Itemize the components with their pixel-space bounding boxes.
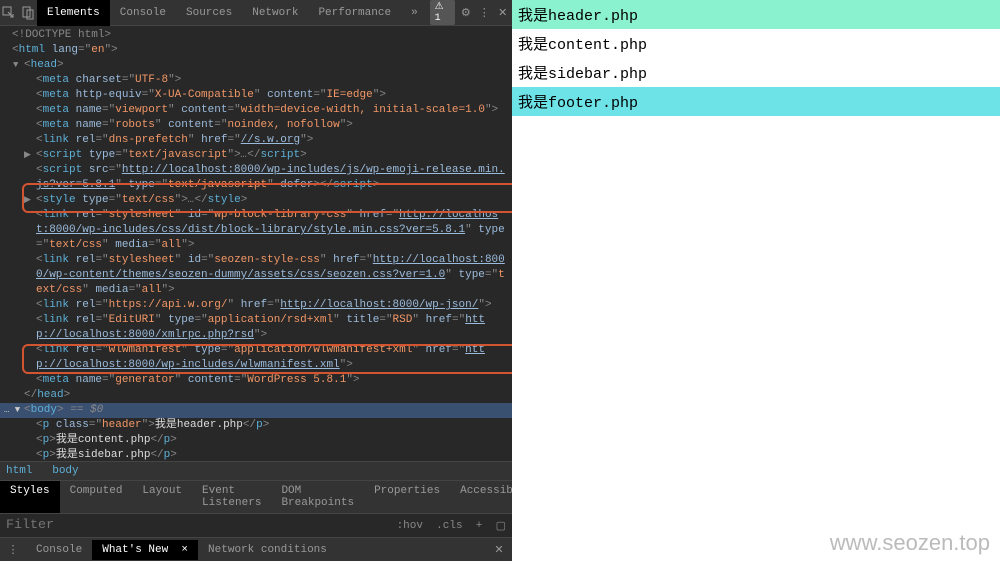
page-footer: 我是footer.php	[512, 87, 1000, 116]
tab-styles[interactable]: Styles	[0, 481, 60, 513]
drawer-console[interactable]: Console	[26, 540, 92, 560]
tab-listeners[interactable]: Event Listeners	[192, 481, 271, 513]
drawer-tabs: ⋮ Console What's New × Network condition…	[0, 537, 512, 561]
close-icon[interactable]: ✕	[494, 0, 512, 26]
devtools: Elements Console Sources Network Perform…	[0, 0, 512, 561]
tab-performance[interactable]: Performance	[308, 0, 401, 26]
drawer-menu-icon[interactable]: ⋮	[0, 537, 26, 563]
drawer-whatsnew[interactable]: What's New ×	[92, 540, 198, 560]
tab-dombp[interactable]: DOM Breakpoints	[271, 481, 364, 513]
page-content: 我是content.php	[512, 29, 1000, 58]
watermark: www.seozen.top	[830, 530, 990, 556]
tab-network[interactable]: Network	[242, 0, 308, 26]
page-header: 我是header.php	[512, 0, 1000, 29]
selected-node[interactable]: … ▼<body> == $0	[0, 403, 512, 418]
tab-layout[interactable]: Layout	[132, 481, 192, 513]
kebab-icon[interactable]: ⋮	[475, 0, 493, 26]
dom-tree[interactable]: <!DOCTYPE html> <html lang="en"> ▼<head>…	[0, 26, 512, 461]
tab-elements[interactable]: Elements	[37, 0, 110, 26]
plus-icon[interactable]: +	[476, 520, 483, 532]
page-sidebar: 我是sidebar.php	[512, 58, 1000, 87]
hov-toggle[interactable]: :hov	[397, 520, 423, 532]
tab-console[interactable]: Console	[110, 0, 176, 26]
rendered-page: 我是header.php 我是content.php 我是sidebar.php…	[512, 0, 1000, 561]
breadcrumb[interactable]: html body	[0, 461, 512, 480]
pin-icon[interactable]: ▢	[496, 519, 506, 533]
styles-tabs: Styles Computed Layout Event Listeners D…	[0, 480, 512, 513]
drawer-close-icon[interactable]: ✕	[486, 537, 512, 563]
devtools-tabs: Elements Console Sources Network Perform…	[0, 0, 512, 26]
cls-toggle[interactable]: .cls	[436, 520, 462, 532]
tab-props[interactable]: Properties	[364, 481, 450, 513]
gear-icon[interactable]: ⚙	[457, 0, 475, 26]
filter-input[interactable]	[6, 518, 397, 533]
tab-more[interactable]: »	[401, 0, 428, 26]
tab-sources[interactable]: Sources	[176, 0, 242, 26]
drawer-netcond[interactable]: Network conditions	[198, 540, 337, 560]
issues-badge[interactable]: ⚠ 1	[430, 0, 455, 25]
device-icon[interactable]	[18, 0, 36, 26]
filter-bar: :hov .cls + ▢	[0, 513, 512, 537]
tab-computed[interactable]: Computed	[60, 481, 133, 513]
inspect-icon[interactable]	[0, 0, 18, 26]
